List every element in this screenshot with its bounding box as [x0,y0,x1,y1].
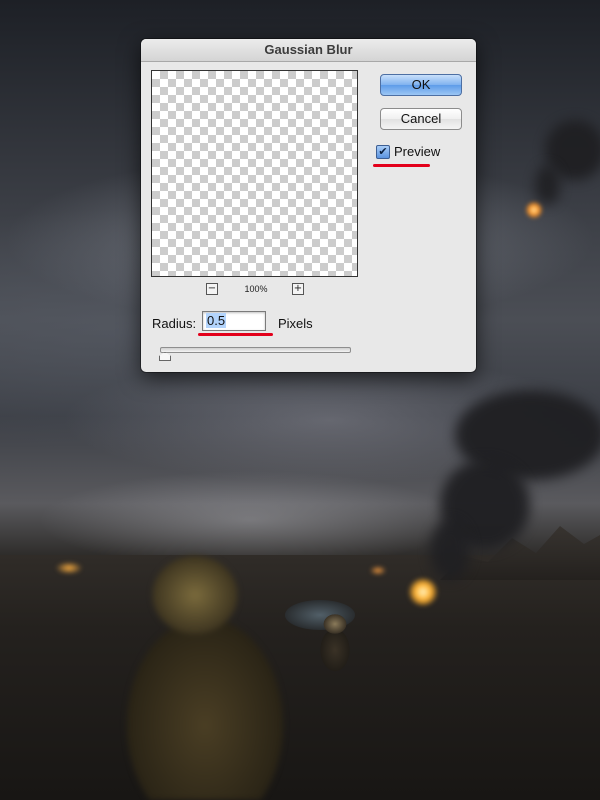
smoke-plume [430,520,470,580]
radius-input[interactable]: 0.5 [202,311,266,331]
radius-slider-thumb[interactable] [159,352,171,361]
fire-glow [370,566,386,575]
radius-highlight-underline [198,333,273,336]
preview-highlight-underline [373,164,430,167]
gaussian-blur-dialog: Gaussian Blur − 100% + OK Cancel ✔ Previ… [141,39,476,372]
fire-glow [56,562,82,574]
cancel-button[interactable]: Cancel [380,108,462,130]
radius-label: Radius: [152,316,197,331]
distant-soldier-figure [315,612,355,672]
radius-slider-track[interactable] [160,347,351,353]
ok-button[interactable]: OK [380,74,462,96]
preview-checkbox[interactable]: ✔ [376,145,390,159]
meteor-glow [526,202,542,218]
dialog-title[interactable]: Gaussian Blur [141,39,476,62]
preview-checkbox-label[interactable]: Preview [394,144,440,160]
fire-glow [408,578,438,606]
zoom-level: 100% [244,284,268,294]
foreground-soldier-figure [105,545,325,800]
zoom-in-button[interactable]: + [292,283,304,295]
radius-value[interactable]: 0.5 [206,313,227,328]
radius-units-label: Pixels [278,316,313,331]
filter-preview-pane[interactable] [151,70,358,277]
meteor-smoke-trail [535,165,560,205]
zoom-out-button[interactable]: − [206,283,218,295]
